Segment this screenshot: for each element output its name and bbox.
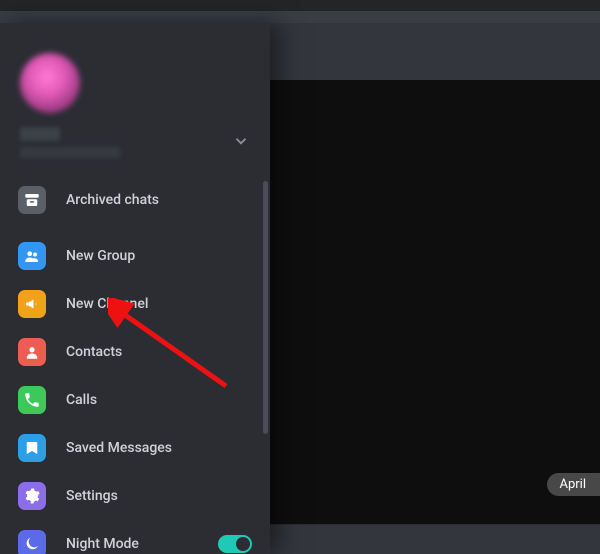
- moon-icon: [18, 530, 46, 554]
- bookmark-icon: [18, 434, 46, 462]
- phone-icon: [18, 386, 46, 414]
- menu-item-label: Saved Messages: [66, 440, 172, 456]
- chevron-down-icon[interactable]: [232, 132, 250, 154]
- menu-item-settings[interactable]: Settings: [0, 472, 270, 520]
- menu-item-label: Night Mode: [66, 536, 139, 552]
- menu-item-night-mode[interactable]: Night Mode: [0, 520, 270, 554]
- megaphone-icon: [18, 290, 46, 318]
- menu-item-archived-chats[interactable]: Archived chats: [0, 176, 270, 224]
- menu-item-label: Archived chats: [66, 192, 159, 208]
- menu-item-calls[interactable]: Calls: [0, 376, 270, 424]
- app-topbar: [0, 11, 600, 23]
- menu-item-label: New Group: [66, 248, 135, 264]
- menu-item-label: New Channel: [66, 296, 148, 312]
- window-titlebar: [0, 0, 600, 11]
- profile-subtitle: [20, 147, 120, 158]
- avatar[interactable]: [20, 53, 80, 113]
- archive-icon: [18, 186, 46, 214]
- menu-item-contacts[interactable]: Contacts: [0, 328, 270, 376]
- profile-name: [20, 127, 60, 141]
- chat-date-badge: April: [547, 473, 600, 496]
- menu-item-new-group[interactable]: New Group: [0, 232, 270, 280]
- group-icon: [18, 242, 46, 270]
- profile-section[interactable]: [0, 23, 270, 170]
- menu-item-label: Settings: [66, 488, 118, 504]
- menu-item-saved-messages[interactable]: Saved Messages: [0, 424, 270, 472]
- night-mode-toggle[interactable]: [218, 535, 252, 553]
- drawer-scrollbar[interactable]: [263, 181, 268, 434]
- gear-icon: [18, 482, 46, 510]
- menu-item-new-channel[interactable]: New Channel: [0, 280, 270, 328]
- main-area: April Write a message...: [0, 23, 600, 554]
- menu-item-label: Contacts: [66, 344, 122, 360]
- drawer-menu: Archived chats New Group New Channel: [0, 23, 270, 554]
- contact-icon: [18, 338, 46, 366]
- drawer-menu-list: Archived chats New Group New Channel: [0, 170, 270, 554]
- menu-item-label: Calls: [66, 392, 97, 408]
